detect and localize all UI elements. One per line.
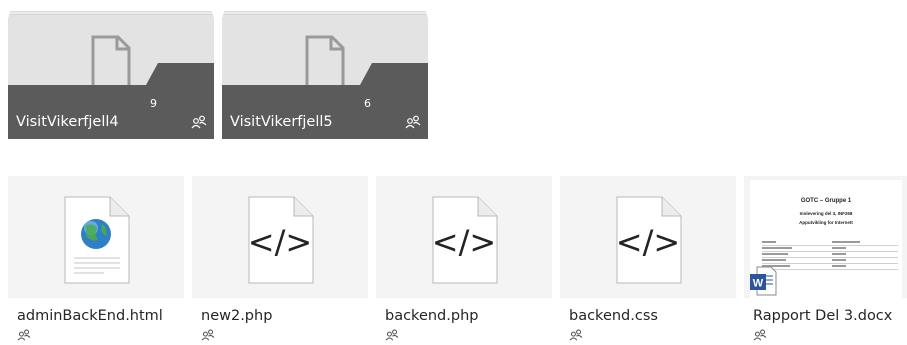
people-icon [753, 329, 767, 341]
file-name: new2.php [201, 308, 273, 324]
people-icon [405, 115, 421, 129]
file-thumbnail: </> [560, 176, 736, 298]
file-tile[interactable]: GOTC – Gruppe 1 Innlevering del 3, INF26… [744, 176, 907, 345]
file-thumbnail: GOTC – Gruppe 1 Innlevering del 3, INF26… [744, 176, 907, 298]
file-thumbnail [8, 176, 184, 298]
folder-name: VisitVikerfjell5 [230, 114, 333, 130]
people-icon [17, 329, 31, 341]
svg-text:W: W [753, 278, 764, 290]
code-glyph: </> [615, 223, 681, 261]
preview-line: Innlevering del 3, INF268 [799, 211, 853, 216]
folder-item-count: 6 [364, 97, 371, 110]
folder-tile[interactable]: 9 VisitVikerfjell4 [8, 11, 214, 139]
people-icon [201, 329, 215, 341]
folder-name: VisitVikerfjell4 [16, 114, 119, 130]
folder-item-count: 9 [150, 97, 157, 110]
file-name: adminBackEnd.html [17, 308, 163, 324]
file-name: backend.css [569, 308, 658, 324]
people-icon [191, 115, 207, 129]
preview-line: Apputvikling for Internett [799, 220, 853, 225]
file-tile[interactable]: </> new2.php [192, 176, 368, 345]
file-tile[interactable]: </> backend.php [376, 176, 552, 345]
people-icon [385, 329, 399, 341]
html-globe-icon [64, 196, 130, 284]
file-thumbnail: </> [376, 176, 552, 298]
file-thumbnail: </> [192, 176, 368, 298]
word-icon: W [750, 266, 777, 296]
file-name: backend.php [385, 308, 479, 324]
people-icon [569, 329, 583, 341]
file-name: Rapport Del 3.docx [753, 308, 893, 324]
file-tile[interactable]: </> backend.css [560, 176, 736, 345]
preview-title: GOTC – Gruppe 1 [800, 198, 852, 204]
code-glyph: </> [247, 223, 313, 261]
file-tile[interactable]: adminBackEnd.html [8, 176, 184, 345]
preview-table [762, 240, 898, 270]
code-glyph: </> [431, 223, 497, 261]
folder-tile[interactable]: 6 VisitVikerfjell5 [222, 11, 428, 139]
